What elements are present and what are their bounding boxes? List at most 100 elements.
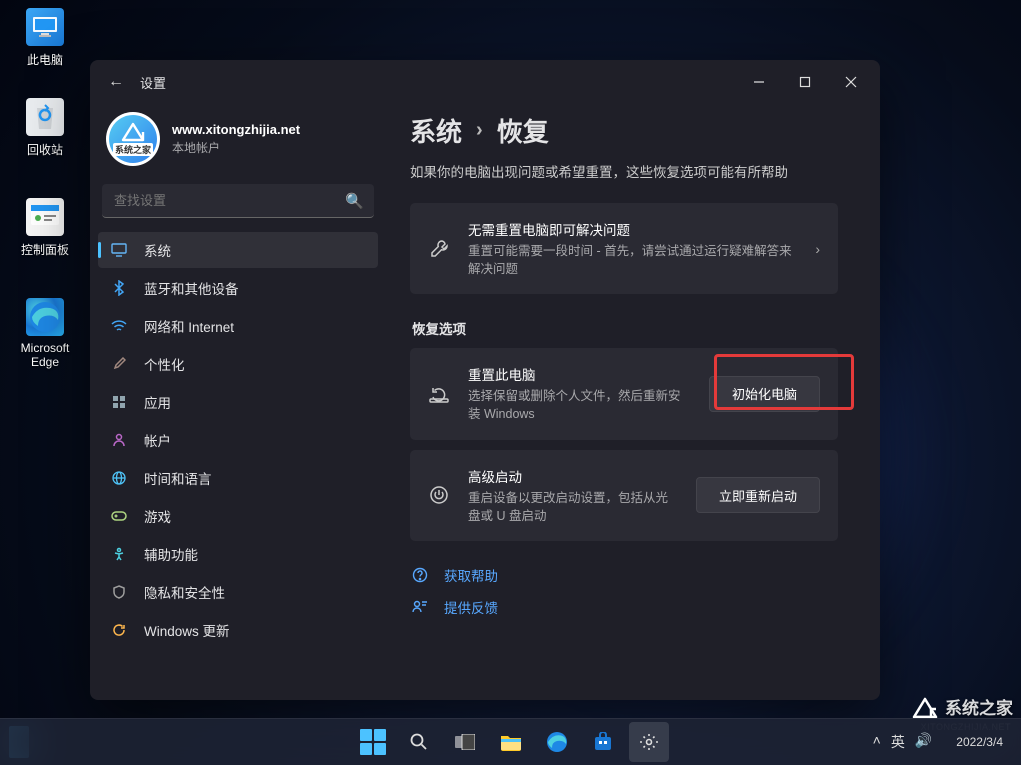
profile-name: www.xitongzhijia.net xyxy=(172,122,300,137)
search-input[interactable] xyxy=(102,184,374,218)
store-button[interactable] xyxy=(583,722,623,762)
taskbar-search[interactable] xyxy=(399,722,439,762)
nav-label: 系统 xyxy=(144,240,171,260)
edge-button[interactable] xyxy=(537,722,577,762)
help-icon xyxy=(412,567,430,583)
restart-now-button[interactable]: 立即重新启动 xyxy=(696,477,820,513)
nav-label: 蓝牙和其他设备 xyxy=(144,278,239,298)
chevron-right-icon: › xyxy=(815,241,820,257)
label: Microsoft Edge xyxy=(10,341,80,369)
card-sub: 重置可能需要一段时间 - 首先，请尝试通过运行疑难解答来解决问题 xyxy=(468,242,797,278)
card-sub: 选择保留或删除个人文件，然后重新安装 Windows xyxy=(468,387,691,423)
nav-item-apps[interactable]: 应用 xyxy=(98,384,378,420)
monitor-icon xyxy=(26,8,64,46)
nav-label: 时间和语言 xyxy=(144,468,212,488)
label: 控制面板 xyxy=(10,241,80,258)
breadcrumb: 系统 › 恢复 xyxy=(410,112,838,149)
reset-pc-button[interactable]: 初始化电脑 xyxy=(709,376,820,412)
nav-item-wifi[interactable]: 网络和 Internet xyxy=(98,308,378,344)
card-title: 重置此电脑 xyxy=(468,364,691,384)
globe-icon xyxy=(110,469,128,487)
feedback-icon xyxy=(412,599,430,615)
titlebar[interactable]: ← 设置 xyxy=(90,60,880,104)
profile-sub: 本地帐户 xyxy=(172,139,300,156)
breadcrumb-page: 恢复 xyxy=(497,112,549,149)
brush-icon xyxy=(110,355,128,373)
feedback-link[interactable]: 提供反馈 xyxy=(410,591,838,623)
nav-label: 隐私和安全性 xyxy=(144,582,225,602)
nav-label: 游戏 xyxy=(144,506,171,526)
nav-item-update[interactable]: Windows 更新 xyxy=(98,612,378,648)
app-title: 设置 xyxy=(140,73,166,92)
section-title: 恢复选项 xyxy=(412,318,838,338)
power-icon xyxy=(428,485,450,505)
chevron-right-icon: › xyxy=(476,119,483,142)
sidebar: 系统之家 www.xitongzhijia.net 本地帐户 🔍 系统蓝牙和其他… xyxy=(90,104,386,700)
search-box[interactable]: 🔍 xyxy=(102,184,374,218)
avatar: 系统之家 xyxy=(106,112,160,166)
close-button[interactable] xyxy=(828,64,874,100)
start-button[interactable] xyxy=(353,722,393,762)
troubleshoot-card[interactable]: 无需重置电脑即可解决问题 重置可能需要一段时间 - 首先，请尝试通过运行疑难解答… xyxy=(410,203,838,294)
back-button[interactable]: ← xyxy=(96,64,136,100)
nav-item-game[interactable]: 游戏 xyxy=(98,498,378,534)
watermark: 系统之家 XITONGZHIJIA.NET xyxy=(911,694,1013,719)
nav-label: 个性化 xyxy=(144,354,185,374)
search-icon: 🔍 xyxy=(345,192,364,210)
desktop-icon-edge[interactable]: Microsoft Edge xyxy=(10,298,80,369)
file-explorer-button[interactable] xyxy=(491,722,531,762)
nav-item-display[interactable]: 系统 xyxy=(98,232,378,268)
nav-item-person[interactable]: 帐户 xyxy=(98,422,378,458)
advanced-startup-card: 高级启动 重启设备以更改启动设置，包括从光盘或 U 盘启动 立即重新启动 xyxy=(410,450,838,541)
clock[interactable]: 2022/3/4 xyxy=(948,731,1011,753)
edge-icon xyxy=(26,298,64,336)
chevron-up-icon[interactable]: ˄ xyxy=(873,732,881,752)
label: 此电脑 xyxy=(10,51,80,68)
nav-list: 系统蓝牙和其他设备网络和 Internet 个性化应用帐户时间和语言游戏辅助功能隐… xyxy=(98,232,378,648)
control-panel-icon xyxy=(26,198,64,236)
desktop-icon-control-panel[interactable]: 控制面板 xyxy=(10,198,80,258)
nav-label: Windows 更新 xyxy=(144,620,230,640)
reset-icon xyxy=(428,384,450,404)
volume-icon[interactable]: 🔊 xyxy=(915,732,932,752)
nav-item-access[interactable]: 辅助功能 xyxy=(98,536,378,572)
card-title: 无需重置电脑即可解决问题 xyxy=(468,219,797,239)
desktop-icon-this-pc[interactable]: 此电脑 xyxy=(10,8,80,68)
maximize-button[interactable] xyxy=(782,64,828,100)
nav-label: 辅助功能 xyxy=(144,544,198,564)
card-title: 高级启动 xyxy=(468,466,678,486)
card-sub: 重启设备以更改启动设置，包括从光盘或 U 盘启动 xyxy=(468,489,678,525)
breadcrumb-root[interactable]: 系统 xyxy=(410,112,462,149)
system-tray: ˄ 英 🔊 2022/3/4 xyxy=(865,719,1011,765)
profile[interactable]: 系统之家 www.xitongzhijia.net 本地帐户 xyxy=(98,104,378,184)
wrench-icon xyxy=(428,239,450,259)
update-icon xyxy=(110,621,128,639)
apps-icon xyxy=(110,393,128,411)
ime-icon[interactable]: 英 xyxy=(891,732,905,752)
nav-item-brush[interactable]: 个性化 xyxy=(98,346,378,382)
desktop: 此电脑 回收站 控制面板 Microsoft Edge ← 设置 系统之家 xyxy=(0,0,1021,765)
nav-label: 应用 xyxy=(144,392,171,412)
bluetooth-icon xyxy=(110,279,128,297)
nav-label: 帐户 xyxy=(144,430,171,450)
nav-item-shield[interactable]: 隐私和安全性 xyxy=(98,574,378,610)
access-icon xyxy=(110,545,128,563)
tray-icons[interactable]: ˄ 英 🔊 xyxy=(865,726,941,758)
game-icon xyxy=(110,507,128,525)
nav-item-bluetooth[interactable]: 蓝牙和其他设备 xyxy=(98,270,378,306)
reset-pc-card: 重置此电脑 选择保留或删除个人文件，然后重新安装 Windows 初始化电脑 xyxy=(410,348,838,439)
nav-item-globe[interactable]: 时间和语言 xyxy=(98,460,378,496)
desktop-icon-recycle-bin[interactable]: 回收站 xyxy=(10,98,80,158)
recycle-icon xyxy=(26,98,64,136)
window-controls xyxy=(736,64,874,100)
wifi-icon xyxy=(110,317,128,335)
content: 系统 › 恢复 如果你的电脑出现问题或希望重置，这些恢复选项可能有所帮助 无需重… xyxy=(386,104,880,700)
shield-icon xyxy=(110,583,128,601)
minimize-button[interactable] xyxy=(736,64,782,100)
label: 回收站 xyxy=(10,141,80,158)
get-help-link[interactable]: 获取帮助 xyxy=(410,559,838,591)
task-view-button[interactable] xyxy=(445,722,485,762)
display-icon xyxy=(110,241,128,259)
footer-links: 获取帮助 提供反馈 xyxy=(410,559,838,623)
settings-button[interactable] xyxy=(629,722,669,762)
